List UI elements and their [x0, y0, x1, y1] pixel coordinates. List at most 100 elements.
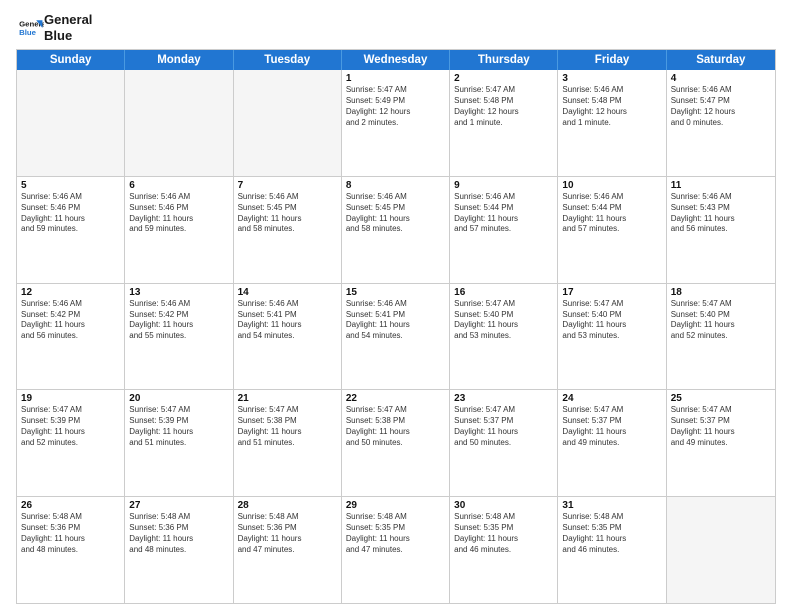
day-info: Sunrise: 5:46 AM Sunset: 5:47 PM Dayligh… — [671, 85, 771, 128]
day-info: Sunrise: 5:47 AM Sunset: 5:39 PM Dayligh… — [129, 405, 228, 448]
day-cell-29: 29Sunrise: 5:48 AM Sunset: 5:35 PM Dayli… — [342, 497, 450, 603]
day-cell-8: 8Sunrise: 5:46 AM Sunset: 5:45 PM Daylig… — [342, 177, 450, 283]
calendar-body: 1Sunrise: 5:47 AM Sunset: 5:49 PM Daylig… — [17, 70, 775, 603]
day-info: Sunrise: 5:48 AM Sunset: 5:35 PM Dayligh… — [346, 512, 445, 555]
day-number: 17 — [562, 287, 661, 298]
day-info: Sunrise: 5:47 AM Sunset: 5:38 PM Dayligh… — [238, 405, 337, 448]
header-day-tuesday: Tuesday — [234, 50, 342, 70]
day-info: Sunrise: 5:48 AM Sunset: 5:36 PM Dayligh… — [21, 512, 120, 555]
day-cell-11: 11Sunrise: 5:46 AM Sunset: 5:43 PM Dayli… — [667, 177, 775, 283]
day-cell-28: 28Sunrise: 5:48 AM Sunset: 5:36 PM Dayli… — [234, 497, 342, 603]
day-cell-19: 19Sunrise: 5:47 AM Sunset: 5:39 PM Dayli… — [17, 390, 125, 496]
day-number: 29 — [346, 500, 445, 511]
day-info: Sunrise: 5:46 AM Sunset: 5:41 PM Dayligh… — [238, 299, 337, 342]
day-cell-26: 26Sunrise: 5:48 AM Sunset: 5:36 PM Dayli… — [17, 497, 125, 603]
day-number: 13 — [129, 287, 228, 298]
day-info: Sunrise: 5:47 AM Sunset: 5:40 PM Dayligh… — [671, 299, 771, 342]
day-number: 24 — [562, 393, 661, 404]
calendar-row-4: 26Sunrise: 5:48 AM Sunset: 5:36 PM Dayli… — [17, 496, 775, 603]
day-number: 7 — [238, 180, 337, 191]
empty-cell — [667, 497, 775, 603]
day-number: 20 — [129, 393, 228, 404]
empty-cell — [125, 70, 233, 176]
day-number: 19 — [21, 393, 120, 404]
day-info: Sunrise: 5:46 AM Sunset: 5:45 PM Dayligh… — [238, 192, 337, 235]
day-info: Sunrise: 5:48 AM Sunset: 5:35 PM Dayligh… — [562, 512, 661, 555]
day-info: Sunrise: 5:46 AM Sunset: 5:42 PM Dayligh… — [21, 299, 120, 342]
day-cell-12: 12Sunrise: 5:46 AM Sunset: 5:42 PM Dayli… — [17, 284, 125, 390]
day-info: Sunrise: 5:46 AM Sunset: 5:45 PM Dayligh… — [346, 192, 445, 235]
day-cell-10: 10Sunrise: 5:46 AM Sunset: 5:44 PM Dayli… — [558, 177, 666, 283]
day-info: Sunrise: 5:47 AM Sunset: 5:40 PM Dayligh… — [454, 299, 553, 342]
day-cell-17: 17Sunrise: 5:47 AM Sunset: 5:40 PM Dayli… — [558, 284, 666, 390]
day-info: Sunrise: 5:47 AM Sunset: 5:40 PM Dayligh… — [562, 299, 661, 342]
calendar-row-0: 1Sunrise: 5:47 AM Sunset: 5:49 PM Daylig… — [17, 70, 775, 176]
day-number: 11 — [671, 180, 771, 191]
day-info: Sunrise: 5:46 AM Sunset: 5:44 PM Dayligh… — [454, 192, 553, 235]
day-number: 18 — [671, 287, 771, 298]
logo: General Blue General Blue — [16, 12, 92, 43]
day-info: Sunrise: 5:47 AM Sunset: 5:37 PM Dayligh… — [671, 405, 771, 448]
day-cell-22: 22Sunrise: 5:47 AM Sunset: 5:38 PM Dayli… — [342, 390, 450, 496]
day-info: Sunrise: 5:46 AM Sunset: 5:43 PM Dayligh… — [671, 192, 771, 235]
logo-icon: General Blue — [16, 14, 44, 42]
day-number: 15 — [346, 287, 445, 298]
calendar-row-2: 12Sunrise: 5:46 AM Sunset: 5:42 PM Dayli… — [17, 283, 775, 390]
day-cell-25: 25Sunrise: 5:47 AM Sunset: 5:37 PM Dayli… — [667, 390, 775, 496]
day-cell-30: 30Sunrise: 5:48 AM Sunset: 5:35 PM Dayli… — [450, 497, 558, 603]
logo-text-general: General — [44, 12, 92, 28]
header-day-monday: Monday — [125, 50, 233, 70]
day-cell-2: 2Sunrise: 5:47 AM Sunset: 5:48 PM Daylig… — [450, 70, 558, 176]
day-number: 28 — [238, 500, 337, 511]
day-number: 3 — [562, 73, 661, 84]
day-info: Sunrise: 5:47 AM Sunset: 5:37 PM Dayligh… — [562, 405, 661, 448]
day-cell-9: 9Sunrise: 5:46 AM Sunset: 5:44 PM Daylig… — [450, 177, 558, 283]
day-cell-21: 21Sunrise: 5:47 AM Sunset: 5:38 PM Dayli… — [234, 390, 342, 496]
calendar: SundayMondayTuesdayWednesdayThursdayFrid… — [16, 49, 776, 604]
day-cell-4: 4Sunrise: 5:46 AM Sunset: 5:47 PM Daylig… — [667, 70, 775, 176]
day-number: 14 — [238, 287, 337, 298]
day-cell-7: 7Sunrise: 5:46 AM Sunset: 5:45 PM Daylig… — [234, 177, 342, 283]
calendar-row-3: 19Sunrise: 5:47 AM Sunset: 5:39 PM Dayli… — [17, 389, 775, 496]
day-number: 10 — [562, 180, 661, 191]
day-number: 22 — [346, 393, 445, 404]
calendar-header: SundayMondayTuesdayWednesdayThursdayFrid… — [17, 50, 775, 70]
day-cell-5: 5Sunrise: 5:46 AM Sunset: 5:46 PM Daylig… — [17, 177, 125, 283]
logo-text-blue: Blue — [44, 28, 92, 44]
day-number: 30 — [454, 500, 553, 511]
day-cell-3: 3Sunrise: 5:46 AM Sunset: 5:48 PM Daylig… — [558, 70, 666, 176]
day-number: 21 — [238, 393, 337, 404]
page: General Blue General Blue SundayMondayTu… — [0, 0, 792, 612]
header: General Blue General Blue — [16, 12, 776, 43]
day-info: Sunrise: 5:46 AM Sunset: 5:48 PM Dayligh… — [562, 85, 661, 128]
header-day-saturday: Saturday — [667, 50, 775, 70]
day-number: 2 — [454, 73, 553, 84]
day-info: Sunrise: 5:47 AM Sunset: 5:39 PM Dayligh… — [21, 405, 120, 448]
day-cell-18: 18Sunrise: 5:47 AM Sunset: 5:40 PM Dayli… — [667, 284, 775, 390]
calendar-row-1: 5Sunrise: 5:46 AM Sunset: 5:46 PM Daylig… — [17, 176, 775, 283]
day-number: 16 — [454, 287, 553, 298]
day-number: 23 — [454, 393, 553, 404]
day-cell-27: 27Sunrise: 5:48 AM Sunset: 5:36 PM Dayli… — [125, 497, 233, 603]
header-day-friday: Friday — [558, 50, 666, 70]
day-number: 1 — [346, 73, 445, 84]
day-info: Sunrise: 5:46 AM Sunset: 5:46 PM Dayligh… — [21, 192, 120, 235]
day-info: Sunrise: 5:48 AM Sunset: 5:36 PM Dayligh… — [238, 512, 337, 555]
day-cell-14: 14Sunrise: 5:46 AM Sunset: 5:41 PM Dayli… — [234, 284, 342, 390]
day-number: 8 — [346, 180, 445, 191]
day-number: 5 — [21, 180, 120, 191]
header-day-thursday: Thursday — [450, 50, 558, 70]
day-info: Sunrise: 5:46 AM Sunset: 5:42 PM Dayligh… — [129, 299, 228, 342]
day-cell-23: 23Sunrise: 5:47 AM Sunset: 5:37 PM Dayli… — [450, 390, 558, 496]
day-cell-16: 16Sunrise: 5:47 AM Sunset: 5:40 PM Dayli… — [450, 284, 558, 390]
svg-text:Blue: Blue — [19, 28, 37, 37]
day-number: 6 — [129, 180, 228, 191]
day-info: Sunrise: 5:47 AM Sunset: 5:37 PM Dayligh… — [454, 405, 553, 448]
day-number: 27 — [129, 500, 228, 511]
day-cell-1: 1Sunrise: 5:47 AM Sunset: 5:49 PM Daylig… — [342, 70, 450, 176]
day-number: 25 — [671, 393, 771, 404]
day-info: Sunrise: 5:48 AM Sunset: 5:36 PM Dayligh… — [129, 512, 228, 555]
day-info: Sunrise: 5:48 AM Sunset: 5:35 PM Dayligh… — [454, 512, 553, 555]
day-number: 4 — [671, 73, 771, 84]
day-number: 12 — [21, 287, 120, 298]
